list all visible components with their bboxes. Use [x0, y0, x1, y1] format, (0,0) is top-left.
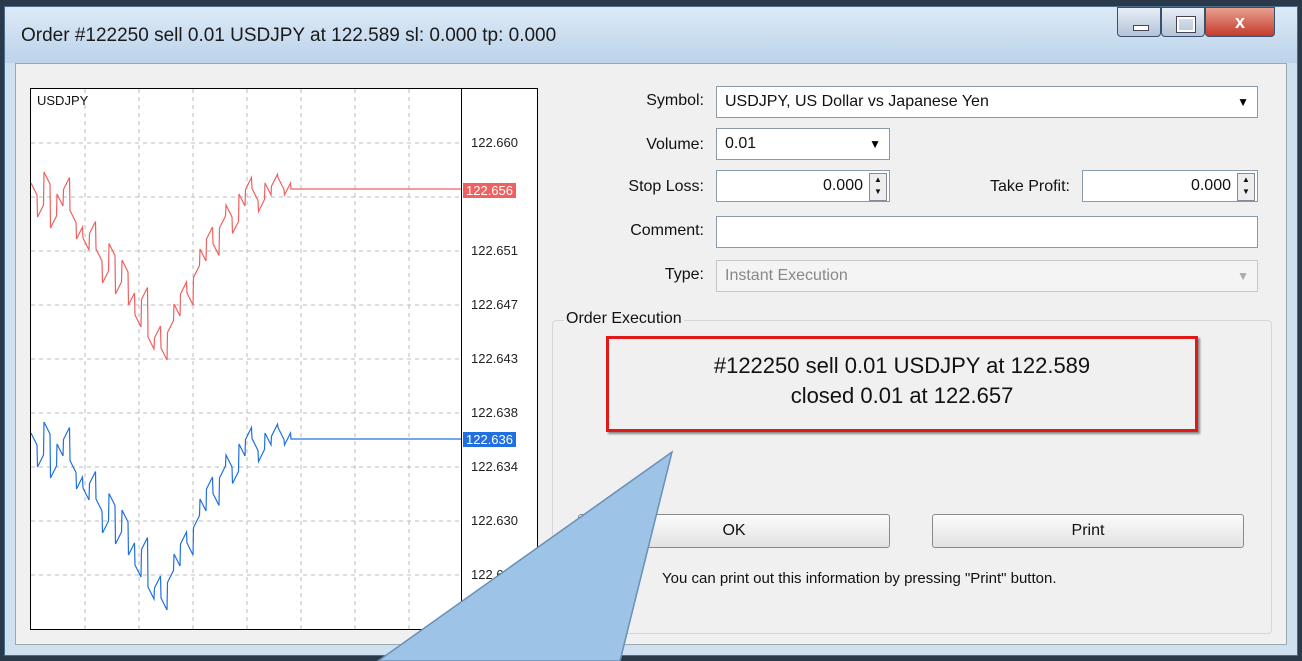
ok-button[interactable]: OK — [578, 514, 890, 548]
axis-tick: 122.638 — [471, 405, 518, 420]
minimize-icon — [1133, 25, 1149, 31]
symbol-value: USDJPY, US Dollar vs Japanese Yen — [725, 93, 989, 110]
takeprofit-spinner[interactable]: ▲ ▼ — [1237, 173, 1255, 201]
symbol-select[interactable]: USDJPY, US Dollar vs Japanese Yen ▼ — [716, 86, 1258, 118]
comment-input[interactable] — [716, 216, 1258, 248]
axis-tick: 122.660 — [471, 135, 518, 150]
chart-plot-area — [31, 89, 462, 629]
execution-result-box: #122250 sell 0.01 USDJPY at 122.589 clos… — [606, 336, 1198, 432]
takeprofit-label: Take Profit: — [989, 178, 1070, 195]
stoploss-value: 0.000 — [822, 177, 863, 194]
axis-tick: 122.630 — [471, 513, 518, 528]
chevron-down-icon: ▼ — [1237, 95, 1249, 109]
title-bar[interactable]: Order #122250 sell 0.01 USDJPY at 122.58… — [5, 7, 1297, 63]
axis-tick: 122.647 — [471, 297, 518, 312]
bid-price-line — [31, 421, 461, 611]
volume-value: 0.01 — [725, 135, 757, 152]
order-execution-label: Order Execution — [564, 310, 684, 328]
maximize-icon — [1176, 16, 1196, 33]
ask-price-tag: 122.656 — [463, 183, 516, 198]
window-title: Order #122250 sell 0.01 USDJPY at 122.58… — [21, 25, 557, 46]
chart-symbol-label: USDJPY — [37, 93, 89, 108]
stoploss-input[interactable]: 0.000 ▲ ▼ — [716, 170, 890, 202]
axis-tick: 122.62 — [471, 613, 511, 628]
execution-result-line1: #122250 sell 0.01 USDJPY at 122.589 — [713, 353, 1091, 378]
comment-label: Comment: — [630, 222, 704, 239]
volume-select[interactable]: 0.01 ▼ — [716, 128, 890, 160]
ask-price-line — [31, 171, 461, 361]
close-button[interactable]: x — [1205, 7, 1275, 37]
stoploss-spinner[interactable]: ▲ ▼ — [869, 173, 887, 201]
axis-tick: 122.643 — [471, 351, 518, 366]
axis-tick: 122.651 — [471, 243, 518, 258]
axis-tick: 122.634 — [471, 459, 518, 474]
minimize-button[interactable] — [1117, 7, 1161, 37]
tick-chart: USDJPY 122.660 122.651 122.647 122.643 1… — [30, 88, 538, 630]
symbol-label: Symbol: — [646, 92, 704, 109]
axis-tick: 122.625 — [471, 567, 518, 582]
print-info-text: You can print out this information by pr… — [662, 570, 1057, 587]
chevron-down-icon: ▼ — [869, 137, 881, 151]
bid-price-tag: 122.636 — [463, 432, 516, 447]
close-icon: x — [1234, 12, 1245, 32]
takeprofit-value: 0.000 — [1190, 177, 1231, 194]
type-label: Type: — [664, 266, 704, 283]
type-select[interactable]: Instant Execution ▼ — [716, 260, 1258, 292]
chevron-down-icon: ▼ — [1237, 269, 1249, 283]
execution-result-line2: closed 0.01 at 122.657 — [790, 383, 1014, 408]
volume-label: Volume: — [646, 136, 704, 153]
print-button[interactable]: Print — [932, 514, 1244, 548]
type-value: Instant Execution — [725, 267, 848, 284]
stoploss-label: Stop Loss: — [628, 178, 704, 195]
takeprofit-input[interactable]: 0.000 ▲ ▼ — [1082, 170, 1258, 202]
maximize-button[interactable] — [1161, 7, 1205, 37]
